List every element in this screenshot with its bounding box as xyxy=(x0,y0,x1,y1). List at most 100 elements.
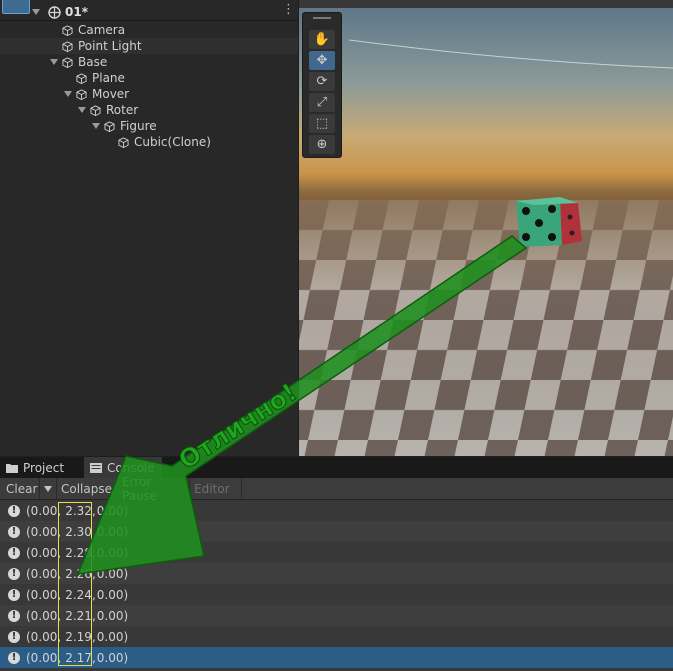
expand-arrow-icon[interactable] xyxy=(32,9,40,15)
log-entry-prefix: (0.00, xyxy=(26,629,62,644)
log-entry-prefix: (0.00, xyxy=(26,587,62,602)
chevron-down-icon xyxy=(44,485,52,492)
scene-tools-overlay: ✋ ✥ ⟳ ⤢ ⬚ ⊕ xyxy=(302,12,342,158)
gameobject-cube-icon xyxy=(104,120,115,132)
gameobject-cube-icon xyxy=(76,88,87,100)
hierarchy-item[interactable]: Mover xyxy=(0,86,298,102)
hierarchy-item[interactable]: Camera xyxy=(0,22,298,38)
log-entry-suffix: 0.00) xyxy=(96,587,129,602)
console-toolbar: Clear Collapse Error Pause Editor xyxy=(0,475,673,503)
clear-button[interactable]: Clear xyxy=(2,478,40,499)
info-message-icon: ! xyxy=(8,525,20,538)
move-tool-button[interactable]: ✥ xyxy=(309,51,335,70)
info-message-icon: ! xyxy=(8,504,20,517)
transform-tool-button[interactable]: ⊕ xyxy=(309,135,335,154)
hierarchy-item-label: Camera xyxy=(78,23,126,37)
log-entry-suffix: 0.00) xyxy=(96,524,129,539)
hierarchy-item-label: Plane xyxy=(92,71,125,85)
hierarchy-item-label: Point Light xyxy=(78,39,142,53)
rect-tool-icon: ⬚ xyxy=(315,116,329,131)
log-entry-value: 2.21, xyxy=(65,608,96,623)
tab-project-label: Project xyxy=(23,460,65,475)
hierarchy-item-label: Mover xyxy=(92,87,130,101)
log-entry-prefix: (0.00, xyxy=(26,608,62,623)
scale-tool-button[interactable]: ⤢ xyxy=(309,93,335,112)
expand-arrow-icon[interactable] xyxy=(78,107,86,113)
clear-options-dropdown[interactable] xyxy=(40,478,57,499)
log-entry-suffix: 0.00) xyxy=(96,650,129,665)
gameobject-cube-icon xyxy=(118,136,129,148)
error-pause-label: Error Pause xyxy=(122,474,158,503)
log-entry[interactable]: ! (0.00, 2.21, 0.00) xyxy=(0,605,673,626)
hierarchy-item[interactable]: Plane xyxy=(0,70,298,86)
log-entry-prefix: (0.00, xyxy=(26,524,62,539)
gameobject-cube-icon xyxy=(62,40,73,52)
log-entry[interactable]: ! (0.00, 2.30, 0.00) xyxy=(0,521,673,542)
gameobject-cube-icon xyxy=(76,72,87,84)
log-entry-suffix: 0.00) xyxy=(96,608,129,623)
console-log-list: ! (0.00, 2.32, 0.00)! (0.00, 2.30, 0.00)! (0.00… xyxy=(0,500,673,671)
log-entry-value: 2.28, xyxy=(65,545,96,560)
log-entry-value: 2.19, xyxy=(65,629,96,644)
dice-cube xyxy=(516,197,582,247)
hierarchy-item[interactable]: Point Light xyxy=(0,38,298,54)
hierarchy-header: 01* ⋮ xyxy=(0,0,298,21)
log-entry[interactable]: ! (0.00, 2.17, 0.00) xyxy=(0,647,673,668)
rect-tool-button[interactable]: ⬚ xyxy=(309,114,335,133)
hand-tool-icon: ✋ xyxy=(313,32,331,47)
hand-tool-button[interactable]: ✋ xyxy=(309,30,335,49)
log-entry-value: 2.30, xyxy=(65,524,96,539)
hierarchy-item-label: Cubic(Clone) xyxy=(134,135,211,149)
hierarchy-item[interactable]: Roter xyxy=(0,102,298,118)
log-entry-value: 2.17, xyxy=(65,650,96,665)
log-entry[interactable]: ! (0.00, 2.26, 0.00) xyxy=(0,563,673,584)
hierarchy-panel: 01* ⋮ Camera Point Light Base Plane Mover Rot… xyxy=(0,0,298,456)
scene-root-row[interactable]: 01* xyxy=(32,3,88,21)
hierarchy-item-label: Figure xyxy=(120,119,157,133)
collapse-toggle[interactable]: Collapse xyxy=(57,478,118,499)
editor-dropdown[interactable]: Editor xyxy=(190,478,242,499)
rotate-tool-button[interactable]: ⟳ xyxy=(309,72,335,91)
log-entry-suffix: 0.00) xyxy=(96,629,129,644)
info-message-icon: ! xyxy=(8,651,20,664)
move-tool-icon: ✥ xyxy=(316,53,328,68)
console-icon xyxy=(90,462,102,473)
log-entry-value: 2.26, xyxy=(65,566,96,581)
log-entry-value: 2.32, xyxy=(65,503,96,518)
scene-logo-icon xyxy=(2,0,30,14)
scene-view[interactable]: ✋ ✥ ⟳ ⤢ ⬚ ⊕ xyxy=(299,0,673,456)
log-entry[interactable]: ! (0.00, 2.24, 0.00) xyxy=(0,584,673,605)
rotate-tool-icon: ⟳ xyxy=(316,74,328,89)
hierarchy-item-label: Roter xyxy=(106,103,139,117)
log-entry-prefix: (0.00, xyxy=(26,566,62,581)
hierarchy-item-label: Base xyxy=(78,55,108,69)
tab-project[interactable]: Project xyxy=(6,457,72,478)
log-entry-suffix: 0.00) xyxy=(96,503,129,518)
horizon-gizmo-arc xyxy=(348,39,673,69)
log-entry[interactable]: ! (0.00, 2.28, 0.00) xyxy=(0,542,673,563)
log-entry[interactable]: ! (0.00, 2.19, 0.00) xyxy=(0,626,673,647)
log-entry[interactable]: ! (0.00, 2.32, 0.00) xyxy=(0,500,673,521)
gameobject-cube-icon xyxy=(62,24,73,36)
log-entry-value: 2.24, xyxy=(65,587,96,602)
checkered-floor xyxy=(299,200,673,456)
toolbar-grip-icon[interactable] xyxy=(313,17,331,19)
hierarchy-item[interactable]: Cubic(Clone) xyxy=(0,134,298,150)
transform-tool-icon: ⊕ xyxy=(316,137,328,152)
clear-label: Clear xyxy=(6,481,38,496)
info-message-icon: ! xyxy=(8,588,20,601)
gameobject-cube-icon xyxy=(90,104,101,116)
unity-scene-icon xyxy=(48,5,61,19)
info-message-icon: ! xyxy=(8,630,20,643)
expand-arrow-icon[interactable] xyxy=(64,91,72,97)
error-pause-toggle[interactable]: Error Pause xyxy=(118,475,190,503)
log-entry-prefix: (0.00, xyxy=(26,650,62,665)
hierarchy-item[interactable]: Base xyxy=(0,54,298,70)
info-message-icon: ! xyxy=(8,609,20,622)
hierarchy-item[interactable]: Figure xyxy=(0,118,298,134)
folder-icon xyxy=(6,463,18,473)
bottom-tab-bar: Project Console xyxy=(0,457,673,478)
expand-arrow-icon[interactable] xyxy=(50,59,58,65)
expand-arrow-icon[interactable] xyxy=(92,123,100,129)
more-options-icon[interactable]: ⋮ xyxy=(282,3,295,16)
